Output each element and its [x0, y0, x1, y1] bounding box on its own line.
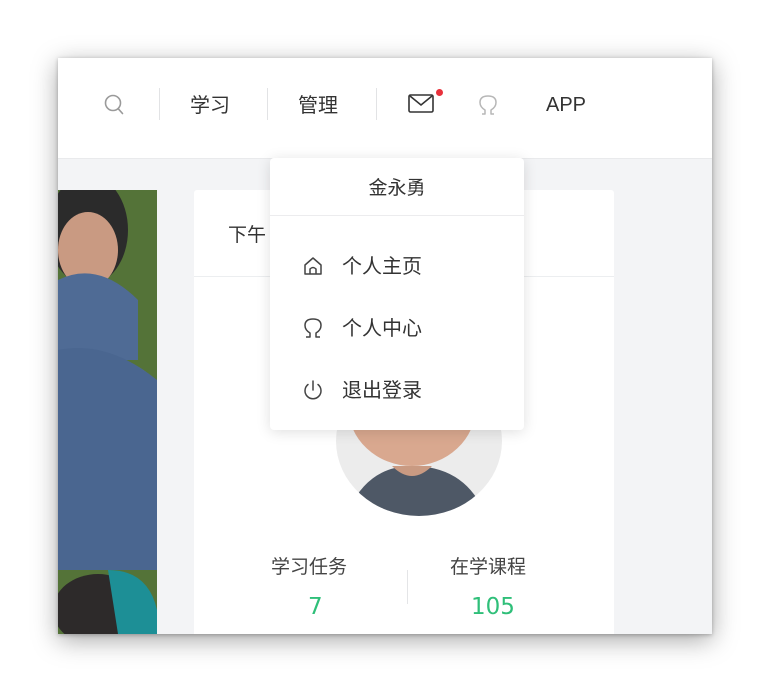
- nav-manage[interactable]: 管理: [298, 91, 338, 119]
- search-icon[interactable]: [104, 94, 124, 120]
- dropdown-username: 金永勇: [270, 158, 524, 216]
- nav-divider: [376, 88, 377, 120]
- stat-value-tasks[interactable]: 7: [308, 594, 323, 620]
- menu-item-logout[interactable]: 退出登录: [270, 364, 524, 416]
- stat-divider: [407, 570, 408, 604]
- stat-value-courses[interactable]: 105: [471, 594, 515, 620]
- menu-item-label: 个人主页: [342, 254, 422, 278]
- menu-item-homepage[interactable]: 个人主页: [270, 240, 524, 292]
- menu-item-label: 个人中心: [342, 316, 422, 340]
- greeting-text: 下午: [228, 224, 267, 246]
- nav-app[interactable]: APP: [546, 91, 586, 119]
- nav-divider: [267, 88, 268, 120]
- user-icon: [302, 317, 324, 343]
- menu-item-user-center[interactable]: 个人中心: [270, 302, 524, 354]
- top-navbar: 学习 管理 APP: [58, 58, 712, 159]
- stat-label-courses: 在学课程: [450, 556, 527, 578]
- power-icon: [302, 379, 324, 405]
- user-dropdown-menu: 金永勇 个人主页 个人中心 退出登录: [270, 158, 524, 430]
- home-icon: [302, 255, 324, 281]
- nav-divider: [159, 88, 160, 120]
- nav-study[interactable]: 学习: [190, 91, 230, 119]
- app-window: 下午 学习任务 7 在学课程 105 学习 管理 APP 金永勇 个人主页 个人…: [58, 58, 712, 634]
- banner-photo: [58, 190, 157, 634]
- menu-item-label: 退出登录: [342, 378, 422, 402]
- notification-dot: [436, 89, 443, 96]
- stat-label-tasks: 学习任务: [271, 556, 348, 578]
- user-icon[interactable]: [478, 94, 498, 120]
- mail-icon[interactable]: [408, 94, 434, 118]
